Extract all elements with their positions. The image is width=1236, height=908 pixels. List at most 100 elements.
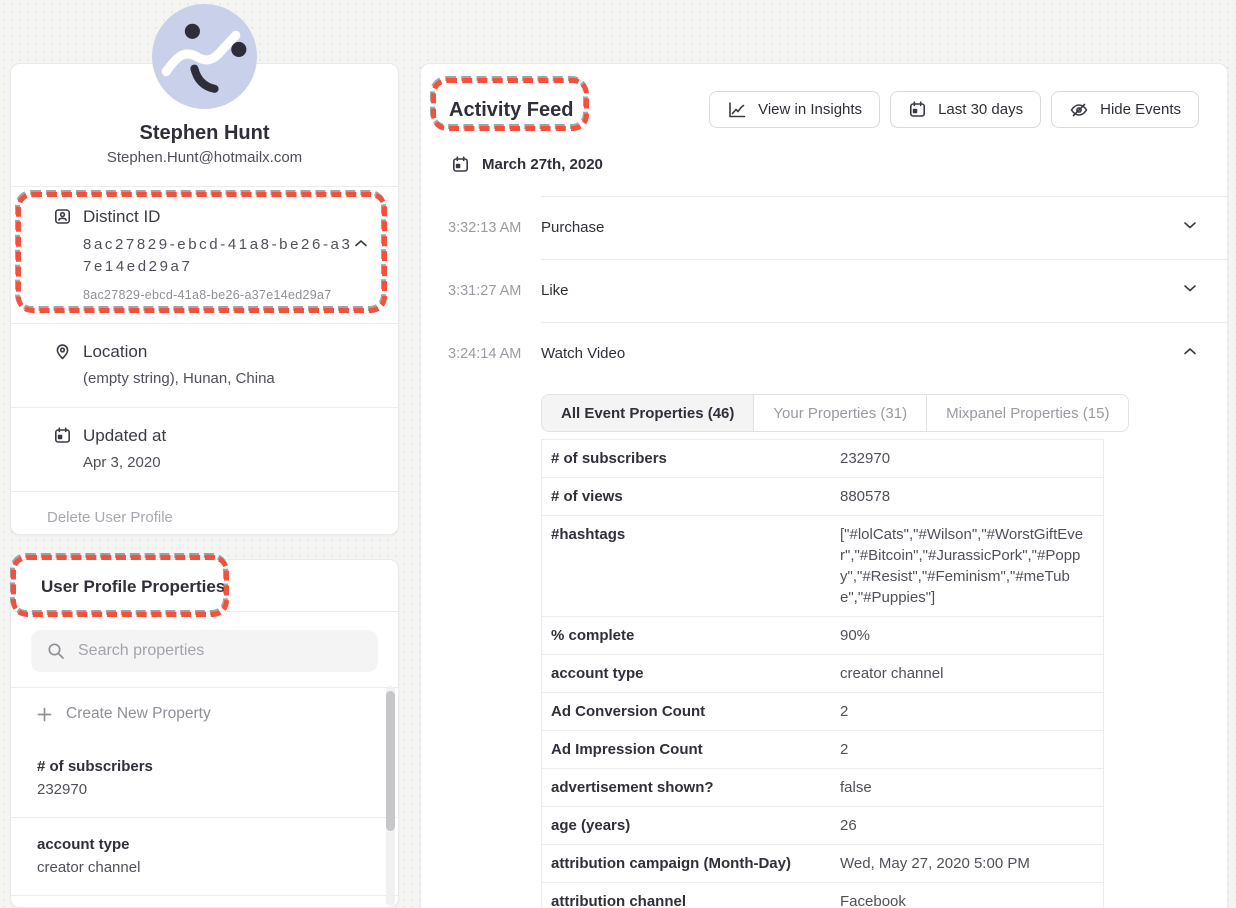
search-icon — [47, 642, 65, 660]
profile-email: Stephen.Hunt@hotmailx.com — [11, 149, 398, 166]
location-pin-icon — [53, 342, 72, 361]
table-row: Ad Conversion Count 2 — [542, 693, 1103, 731]
event-properties-table: # of subscribers 232970 # of views 88057… — [541, 439, 1104, 908]
table-row: attribution channel Facebook — [542, 883, 1103, 908]
date-group-label: March 27th, 2020 — [482, 156, 603, 173]
chevron-up-icon[interactable] — [1183, 347, 1197, 356]
search-input[interactable] — [78, 642, 362, 660]
property-name: account type — [37, 836, 372, 853]
list-item[interactable]: account type creator channel — [11, 817, 398, 896]
user-profile-properties-title: User Profile Properties — [11, 560, 398, 612]
tab-all-event-properties[interactable]: All Event Properties (46) — [542, 395, 753, 431]
distinct-id-value: 8ac27829-ebcd-41a8-be26-a37e14ed29a7 — [83, 234, 363, 278]
profile-card: Stephen Hunt Stephen.Hunt@hotmailx.com D… — [10, 63, 399, 535]
event-property-name: account type — [551, 663, 840, 684]
event-time: 3:24:14 AM — [448, 346, 521, 362]
eye-off-icon — [1069, 101, 1089, 119]
event-property-value: ["#lolCats","#Wilson","#WorstGiftEver","… — [840, 524, 1091, 608]
location-section: Location (empty string), Hunan, China — [11, 323, 398, 407]
list-item[interactable]: # of subscribers 232970 — [11, 740, 398, 817]
event-property-name: Ad Conversion Count — [551, 701, 840, 722]
property-value: 232970 — [37, 781, 372, 798]
event-property-value: false — [840, 777, 1091, 798]
tab-your-properties[interactable]: Your Properties (31) — [753, 395, 926, 431]
event-property-value: Facebook — [840, 891, 1091, 908]
table-row: # of subscribers 232970 — [542, 440, 1103, 478]
date-group-header: March 27th, 2020 — [451, 155, 1227, 174]
table-row: # of views 880578 — [542, 478, 1103, 516]
event-property-name: % complete — [551, 625, 840, 646]
date-range-button[interactable]: Last 30 days — [890, 91, 1041, 128]
event-property-value: 26 — [840, 815, 1091, 836]
property-name: # of subscribers — [37, 758, 372, 775]
distinct-id-small: 8ac27829-ebcd-41a8-be26-a37e14ed29a7 — [83, 288, 368, 302]
feed-actions: View in Insights Last 30 days — [709, 91, 1199, 128]
event-list: 3:32:13 AM Purchase 3:31:27 AM Like — [421, 196, 1227, 908]
event-property-value: Wed, May 27, 2020 5:00 PM — [840, 853, 1091, 874]
button-label: View in Insights — [758, 101, 862, 118]
chevron-down-icon[interactable] — [1183, 284, 1197, 293]
table-row: advertisement shown? false — [542, 769, 1103, 807]
event-detail-panel: All Event Properties (46) Your Propertie… — [541, 394, 1104, 908]
event-name: Purchase — [541, 219, 604, 236]
tab-mixpanel-properties[interactable]: Mixpanel Properties (15) — [926, 395, 1128, 431]
event-property-name: attribution channel — [551, 891, 840, 908]
calendar-icon — [53, 426, 72, 445]
create-new-property-label: Create New Property — [66, 705, 211, 723]
insights-chart-icon — [727, 101, 747, 119]
event-property-value: 232970 — [840, 448, 1091, 469]
activity-feed-title: Activity Feed — [449, 97, 573, 123]
location-value: (empty string), Hunan, China — [83, 369, 368, 388]
table-row: #hashtags ["#lolCats","#Wilson","#WorstG… — [542, 516, 1103, 617]
user-profile-properties-card: User Profile Properties Create New Prope… — [10, 559, 399, 908]
calendar-icon — [908, 100, 927, 119]
delete-user-profile-button[interactable]: Delete User Profile — [11, 491, 398, 543]
avatar — [152, 4, 257, 109]
table-row: account type creator channel — [542, 655, 1103, 693]
event-property-value: 880578 — [840, 486, 1091, 507]
view-in-insights-button[interactable]: View in Insights — [709, 91, 880, 128]
updated-at-section: Updated at Apr 3, 2020 — [11, 407, 398, 491]
chevron-down-icon[interactable] — [1183, 221, 1197, 230]
event-property-name: # of subscribers — [551, 448, 840, 469]
user-profile-page: Stephen Hunt Stephen.Hunt@hotmailx.com D… — [0, 0, 1236, 908]
updated-at-label: Updated at — [83, 425, 368, 447]
event-property-value: creator channel — [840, 663, 1091, 684]
event-property-value: 90% — [840, 625, 1091, 646]
chevron-up-icon[interactable] — [354, 239, 368, 248]
button-label: Last 30 days — [938, 101, 1023, 118]
search-wrap — [31, 630, 378, 672]
location-label: Location — [83, 341, 368, 363]
plus-icon — [37, 707, 52, 722]
contact-badge-icon — [53, 207, 72, 226]
event-property-name: Ad Impression Count — [551, 739, 840, 760]
hide-events-button[interactable]: Hide Events — [1051, 91, 1199, 128]
table-row: attribution campaign (Month-Day) Wed, Ma… — [542, 845, 1103, 883]
updated-at-value: Apr 3, 2020 — [83, 453, 368, 472]
event-row[interactable]: 3:32:13 AM Purchase — [421, 196, 1227, 259]
event-property-name: #hashtags — [551, 524, 840, 545]
activity-feed-header: Activity Feed View in Insights — [421, 64, 1227, 128]
distinct-id-section[interactable]: Distinct ID 8ac27829-ebcd-41a8-be26-a37e… — [11, 186, 398, 323]
create-new-property-button[interactable]: Create New Property — [11, 688, 398, 740]
event-properties-tabs: All Event Properties (46) Your Propertie… — [541, 394, 1129, 432]
table-row: Ad Impression Count 2 — [542, 731, 1103, 769]
event-row[interactable]: 3:31:27 AM Like — [421, 259, 1227, 322]
event-property-name: advertisement shown? — [551, 777, 840, 798]
button-label: Hide Events — [1100, 101, 1181, 118]
event-row-expanded[interactable]: 3:24:14 AM Watch Video All Event Propert… — [421, 322, 1227, 908]
search-box[interactable] — [31, 630, 378, 672]
event-time: 3:31:27 AM — [448, 283, 521, 299]
event-property-name: # of views — [551, 486, 840, 507]
calendar-icon — [451, 155, 470, 174]
profile-name: Stephen Hunt — [11, 121, 398, 145]
scrollbar-thumb[interactable] — [386, 691, 395, 831]
table-row: age (years) 26 — [542, 807, 1103, 845]
distinct-id-label: Distinct ID — [83, 206, 368, 228]
event-property-name: attribution campaign (Month-Day) — [551, 853, 840, 874]
event-property-value: 2 — [840, 739, 1091, 760]
event-time: 3:32:13 AM — [448, 220, 521, 236]
properties-list: Create New Property # of subscribers 232… — [11, 687, 398, 896]
event-property-value: 2 — [840, 701, 1091, 722]
property-value: creator channel — [37, 859, 372, 876]
